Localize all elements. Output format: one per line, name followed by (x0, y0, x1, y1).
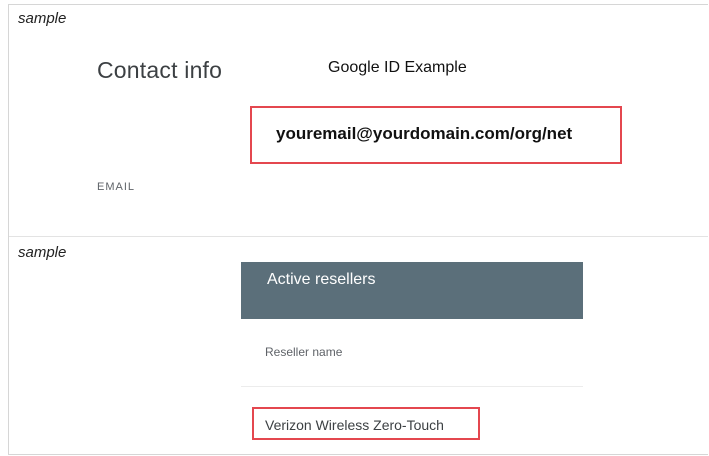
active-resellers-title: Active resellers (267, 271, 376, 288)
sample-label: sample (18, 10, 67, 27)
sample-label: sample (18, 244, 67, 261)
reseller-name-column-header: Reseller name (265, 345, 343, 359)
google-id-example-caption: Google ID Example (328, 59, 467, 76)
active-resellers-header: Active resellers (241, 262, 583, 319)
reseller-name-cell[interactable]: Verizon Wireless Zero-Touch (265, 417, 444, 433)
email-value: youremail@yourdomain.com/org/net (276, 124, 573, 143)
section-divider (9, 236, 708, 237)
table-row-divider (241, 386, 583, 387)
contact-info-title: Contact info (97, 57, 223, 83)
email-field-label: EMAIL (97, 181, 136, 193)
